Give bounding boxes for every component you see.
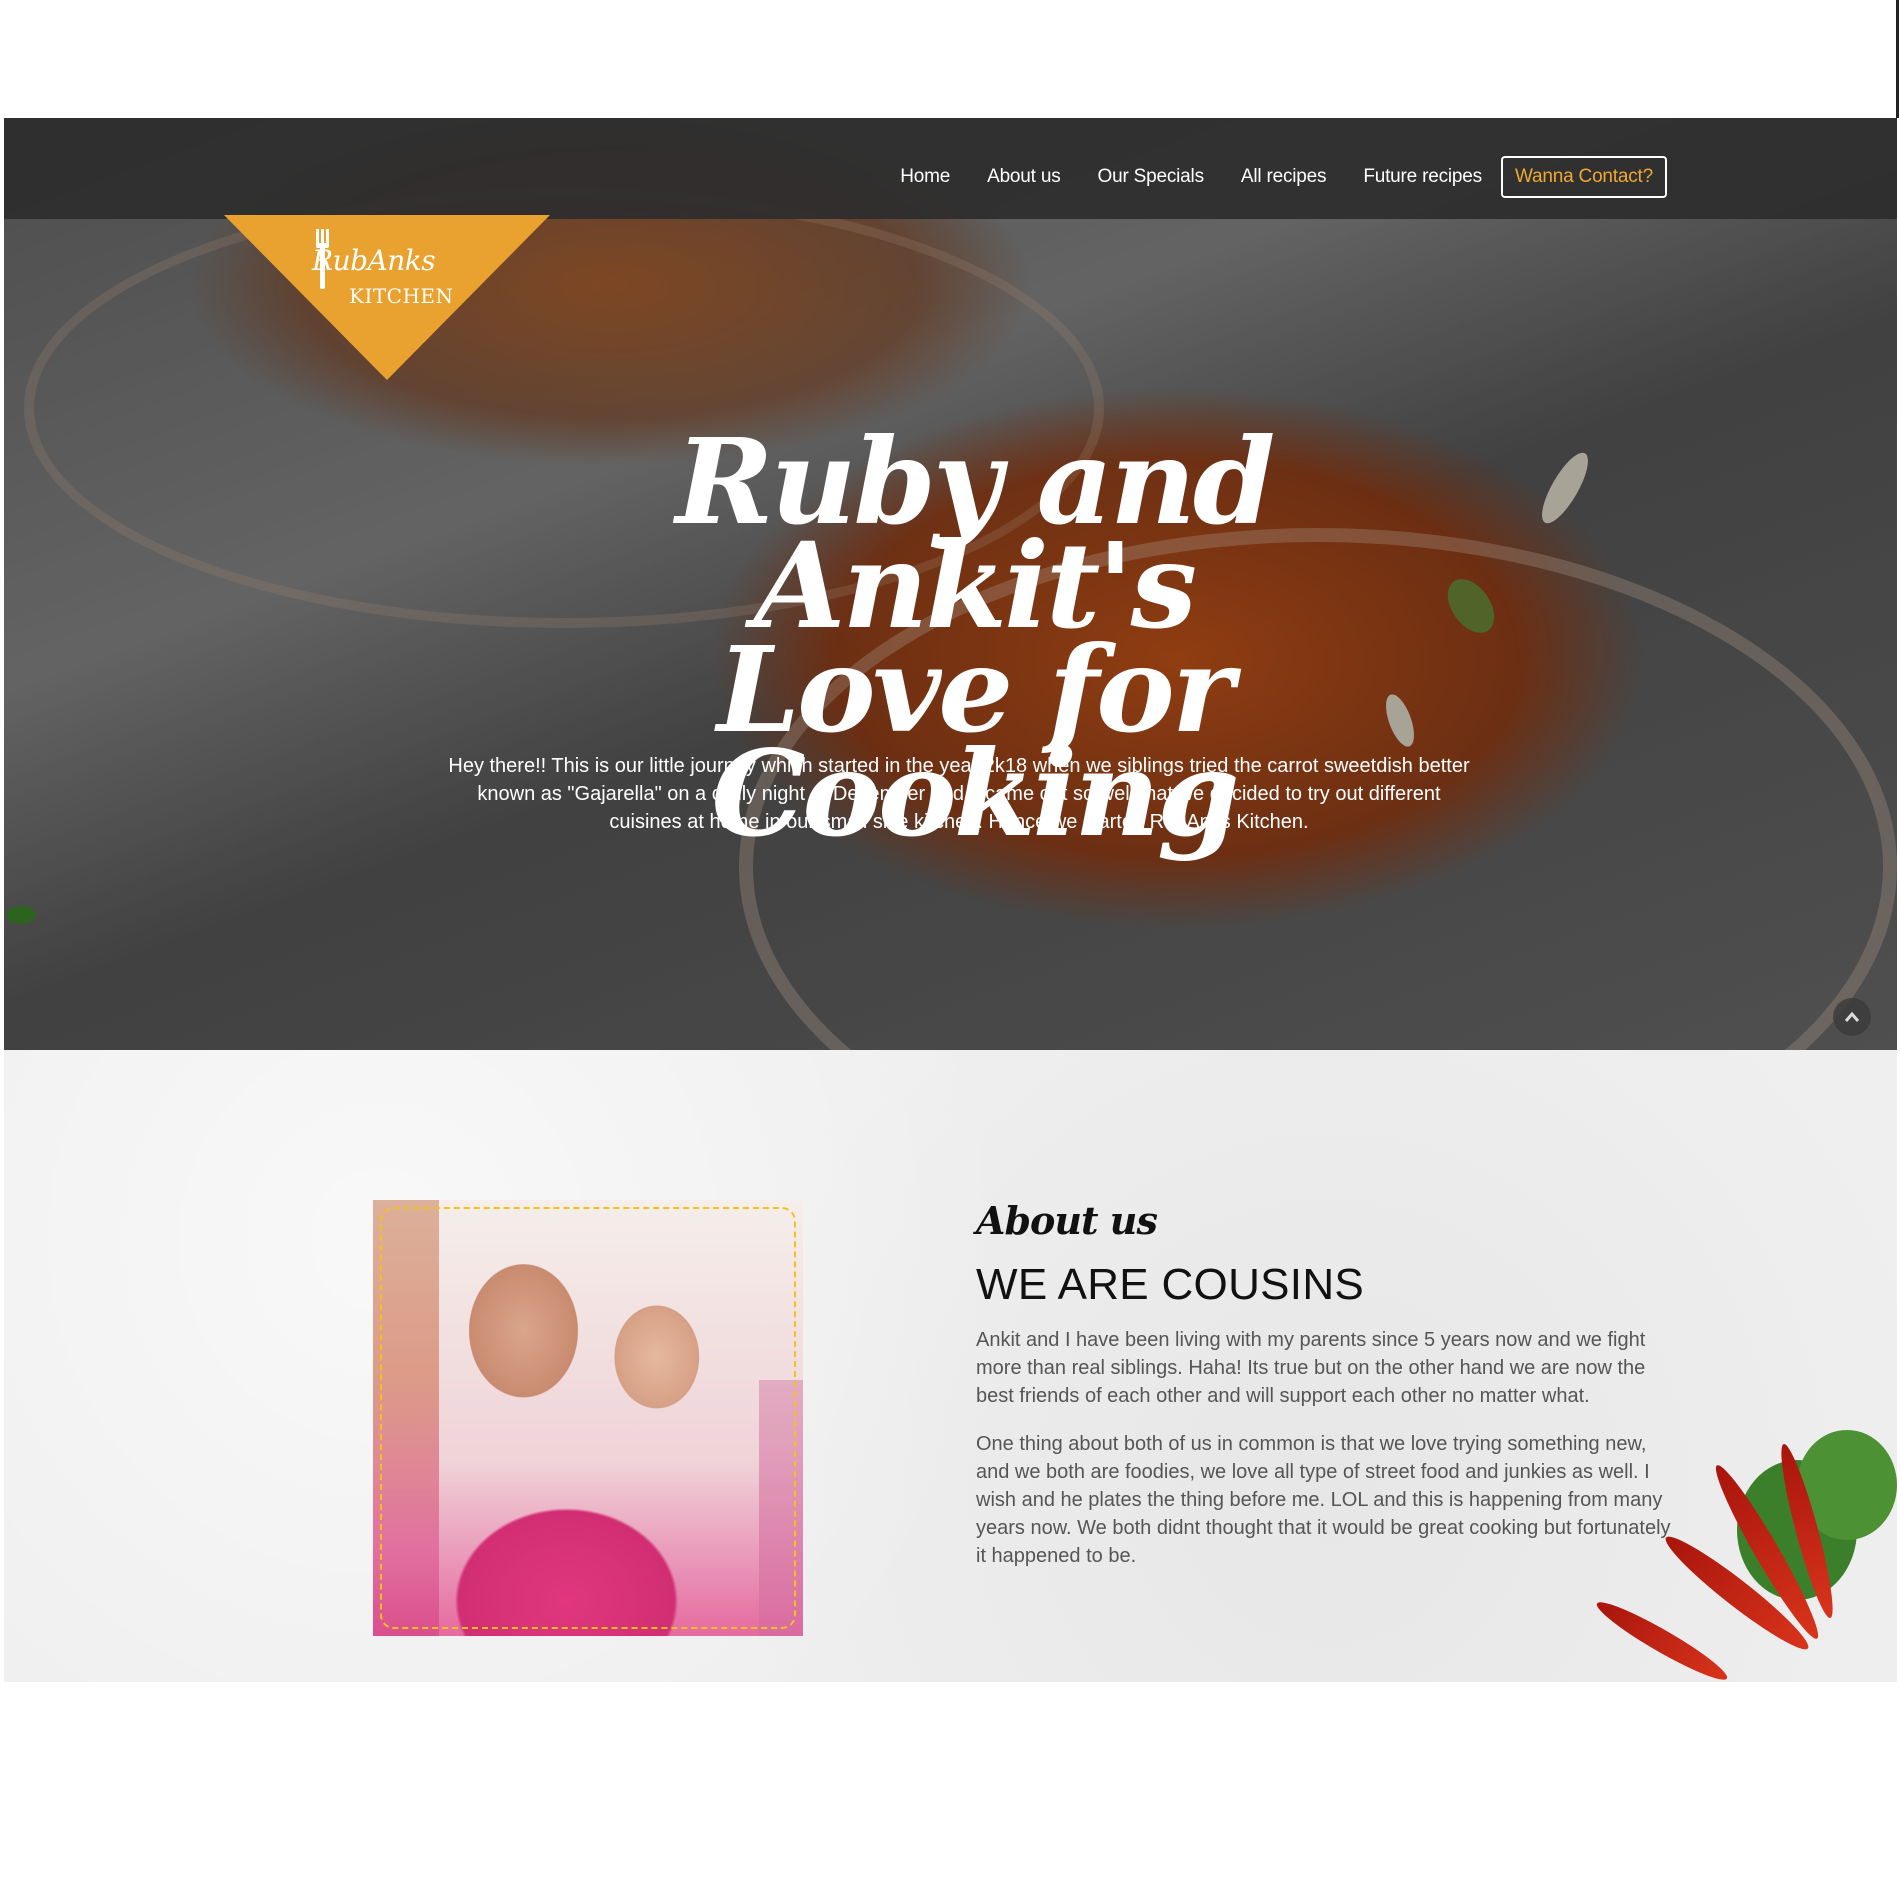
nav-our-specials[interactable]: Our Specials	[1098, 166, 1205, 188]
page-scrollbar[interactable]	[1896, 0, 1899, 118]
nav-about-us[interactable]: About us	[987, 166, 1061, 188]
about-paragraph-1: Ankit and I have been living with my par…	[976, 1329, 1646, 1407]
main-nav: Home About us Our Specials All recipes F…	[900, 156, 1667, 198]
scroll-to-top-button[interactable]	[1833, 998, 1871, 1036]
cousins-photo	[373, 1200, 803, 1636]
contact-button[interactable]: Wanna Contact?	[1500, 156, 1667, 198]
nav-future-recipes[interactable]: Future recipes	[1363, 166, 1482, 188]
hero-title-line1: Ruby and Ankit's	[675, 412, 1276, 655]
chevron-up-icon	[1844, 1011, 1860, 1022]
nav-all-recipes[interactable]: All recipes	[1241, 166, 1327, 188]
about-script-title: About us	[976, 1198, 1158, 1243]
nav-home[interactable]: Home	[900, 166, 950, 188]
hero-intro-text: Hey there!! This is our little journey w…	[448, 755, 1470, 833]
about-section: About us WE ARE COUSINS Ankit and I have…	[4, 1050, 1897, 1682]
hero-section: Home About us Our Specials All recipes F…	[4, 118, 1897, 1050]
logo-subtitle: KITCHEN	[349, 284, 454, 308]
photo-dashed-frame	[380, 1207, 796, 1629]
navbar: Home About us Our Specials All recipes F…	[4, 118, 1897, 219]
site-logo[interactable]: RubAnks KITCHEN	[224, 215, 550, 380]
chili-cilantro-decoration	[1567, 1430, 1897, 1682]
logo-name: RubAnks	[312, 244, 436, 277]
about-heading: WE ARE COUSINS	[976, 1260, 1365, 1309]
red-chili	[1591, 1593, 1733, 1682]
